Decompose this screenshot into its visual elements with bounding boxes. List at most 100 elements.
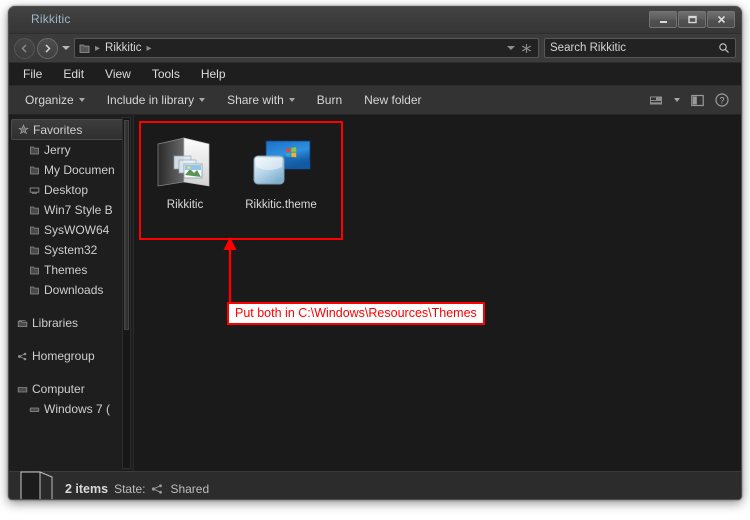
shared-icon [152,484,163,494]
svg-text:?: ? [719,96,724,106]
sidebar-item-computer-label: Computer [32,382,85,396]
sidebar-item-homegroup[interactable]: Homegroup [9,346,133,366]
sidebar-item-system32-label: System32 [44,243,98,257]
maximize-button[interactable] [678,11,706,28]
sidebar-item-syswow64[interactable]: SysWOW64 [9,220,133,240]
window-controls [648,11,735,28]
window-title: Rikkitic [31,12,71,26]
sidebar-item-libraries[interactable]: Libraries [9,313,133,333]
star-icon [18,124,33,135]
folder-icon [29,165,44,176]
toolbar-new-folder-label: New folder [364,93,422,107]
sidebar-item-desktop-label: Desktop [44,183,89,197]
folder-icon [29,205,44,216]
file-item-rikkitic-theme-label: Rikkitic.theme [245,199,317,211]
up-arrow-icon [223,237,237,307]
sidebar-item-jerry[interactable]: Jerry [9,140,133,160]
sidebar-item-favorites[interactable]: Favorites [11,119,129,140]
status-state-value: Shared [170,482,210,496]
toolbar-organize-button[interactable]: Organize [25,93,85,107]
address-input[interactable]: ▸ Rikkitic ▸ [74,38,539,58]
sidebar-item-computer[interactable]: Computer [9,379,133,399]
sidebar-item-windows-7-drive[interactable]: Windows 7 ( [9,399,133,419]
menu-item-tools[interactable]: Tools [150,66,182,82]
breadcrumb-item[interactable]: Rikkitic [105,42,141,54]
breadcrumb-separator: ▸ [95,42,101,54]
back-button[interactable] [14,37,35,59]
status-bar: 2 items State: Shared [9,469,741,499]
sidebar-item-downloads[interactable]: Downloads [9,280,133,300]
toolbar-right-group: ? [649,93,741,107]
sidebar-item-themes-label: Themes [44,263,88,277]
chevron-down-icon [78,98,85,102]
breadcrumb-separator-end[interactable]: ▸ [146,43,151,54]
folder-icon [29,145,44,156]
chevron-down-icon [288,98,295,102]
menu-item-view[interactable]: View [103,66,133,82]
close-button[interactable] [707,11,735,28]
status-state-label: State: [114,482,146,496]
sidebar-item-favorites-label: Favorites [33,122,83,137]
sidebar-item-win7-style-b[interactable]: Win7 Style B [9,200,133,220]
toolbar-burn-label: Burn [316,93,343,107]
menu-item-help[interactable]: Help [199,66,228,82]
refresh-icon[interactable] [521,43,532,54]
sidebar-item-win7-style-b-label: Win7 Style B [44,203,113,217]
explorer-window: Rikkitic ▸ Rikkitic ▸ Search Rikkitic Fi… [8,6,742,500]
file-item-rikkitic-label: Rikkitic [166,199,204,211]
search-icon [719,43,729,53]
search-input[interactable]: Search Rikkitic [544,38,736,58]
file-items: Rikkitic Rikkitic.theme [148,129,318,212]
chevron-down-icon[interactable] [674,98,680,102]
large-folder-icon [9,469,65,499]
sidebar-item-desktop[interactable]: Desktop [9,180,133,200]
sidebar-item-my-documents-label: My Documen [44,163,115,177]
sidebar-item-system32[interactable]: System32 [9,240,133,260]
title-bar[interactable]: Rikkitic [9,7,741,34]
previous-locations-icon[interactable] [507,46,515,50]
toolbar-include-in-library-button[interactable]: Include in library [107,93,206,107]
file-list-pane[interactable]: Rikkitic Rikkitic.theme Put both in C:\W… [134,115,741,471]
menu-item-edit[interactable]: Edit [61,66,86,82]
file-item-rikkitic[interactable]: Rikkitic [148,129,222,212]
navigation-pane: Favorites Jerry My Documen Desktop Win7 … [9,115,134,471]
sidebar-item-homegroup-label: Homegroup [32,349,95,363]
sidebar-item-syswow64-label: SysWOW64 [44,223,110,237]
folder-icon [29,245,44,256]
drive-icon [29,404,44,415]
toolbar-organize-label: Organize [25,93,74,107]
sidebar-item-themes[interactable]: Themes [9,260,133,280]
minimize-button[interactable] [649,11,677,28]
chevron-down-icon [199,98,206,102]
sidebar-scrollbar[interactable] [122,117,131,469]
recent-pages-button[interactable] [62,46,70,50]
homegroup-icon [17,351,32,362]
annotation-text: Put both in C:\Windows\Resources\Themes [235,306,477,320]
status-text-group: 2 items State: Shared [65,482,209,496]
main-body: Favorites Jerry My Documen Desktop Win7 … [9,115,741,471]
toolbar-new-folder-button[interactable]: New folder [364,93,421,107]
annotation-callout: Put both in C:\Windows\Resources\Themes [227,302,485,325]
sidebar-scrollbar-thumb[interactable] [124,120,129,330]
preview-pane-icon[interactable] [691,94,704,107]
theme-file-icon [244,129,318,197]
sidebar-item-jerry-label: Jerry [44,143,71,157]
help-icon[interactable]: ? [715,93,729,107]
menu-item-file[interactable]: File [21,66,44,82]
toolbar-burn-button[interactable]: Burn [317,93,342,107]
file-item-rikkitic-theme[interactable]: Rikkitic.theme [244,129,318,212]
toolbar-share-with-button[interactable]: Share with [227,93,295,107]
toolbar: Organize Include in library Share with B… [9,86,741,115]
view-mode-icon[interactable] [649,94,663,107]
search-placeholder: Search Rikkitic [550,42,627,54]
forward-button[interactable] [37,37,58,59]
sidebar-item-my-documents[interactable]: My Documen [9,160,133,180]
status-item-count: 2 items [65,482,109,496]
menu-bar: File Edit View Tools Help [9,63,741,86]
folder-icon [79,44,90,53]
folder-icon [29,285,44,296]
sidebar-item-libraries-label: Libraries [32,316,79,330]
